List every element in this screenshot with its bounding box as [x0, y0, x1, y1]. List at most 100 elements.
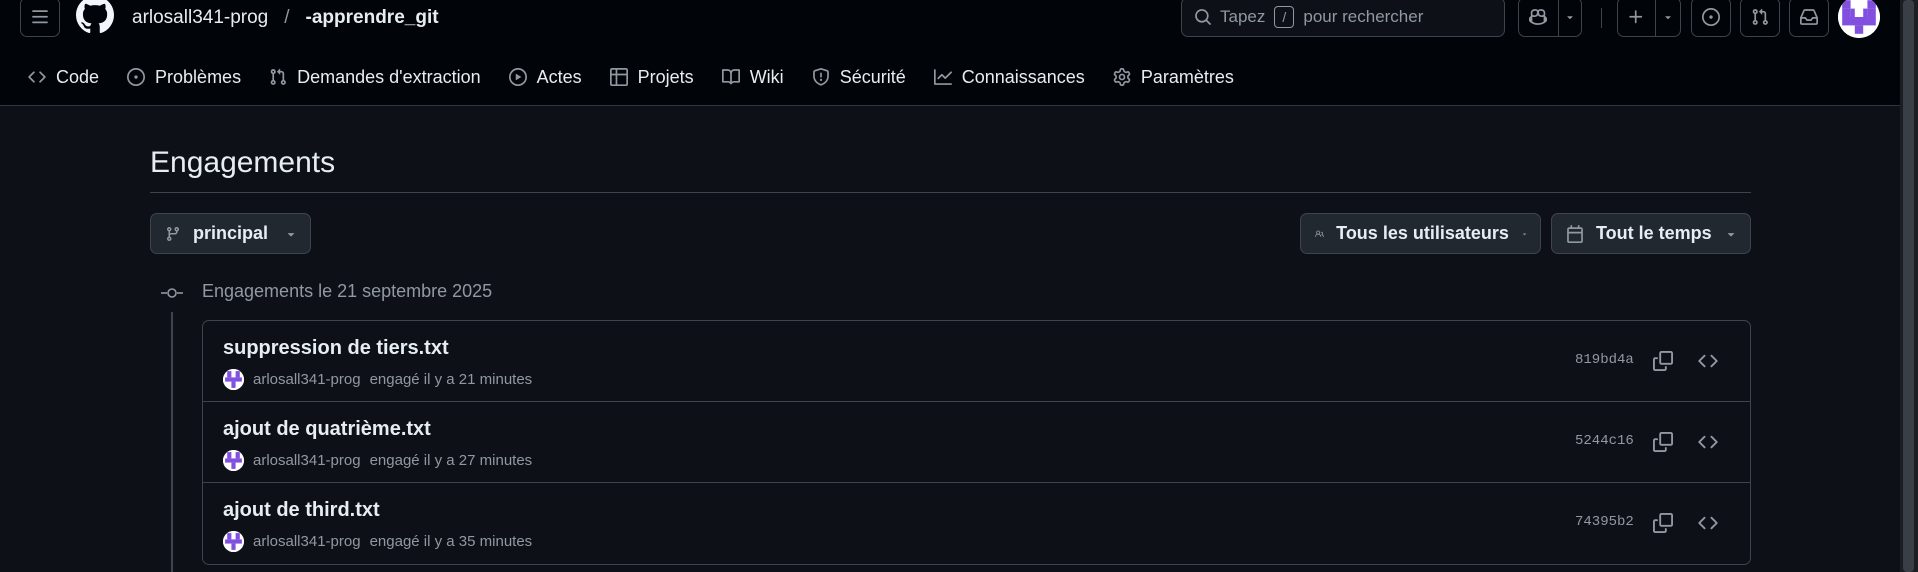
notifications-button[interactable] — [1789, 0, 1829, 37]
browse-repository-button[interactable] — [1694, 509, 1722, 537]
create-button[interactable] — [1618, 0, 1655, 36]
tab-issues[interactable]: Problèmes — [127, 62, 241, 92]
issue-icon — [127, 68, 146, 86]
gear-icon — [1113, 68, 1131, 86]
commit-meta: arlosall341-prog engagé il y a 27 minute… — [223, 450, 532, 471]
tab-code-label: Code — [56, 66, 100, 87]
scrollbar-thumb[interactable] — [1903, 0, 1914, 572]
github-logo-icon[interactable] — [76, 0, 114, 34]
tab-wiki-label: Wiki — [749, 66, 784, 87]
tab-pull-requests-label: Demandes d'extraction — [297, 66, 481, 87]
global-header: arlosall341-prog / -apprendre_git Tapez … — [0, 0, 1900, 106]
copy-sha-button[interactable] — [1649, 347, 1677, 375]
commit-row: ajout de third.txt arlosall341-prog enga… — [203, 483, 1750, 564]
copilot-icon — [1529, 9, 1548, 25]
tab-projects[interactable]: Projets — [609, 62, 694, 92]
pull-request-icon — [270, 68, 286, 85]
search-shortcut-key: / — [1274, 6, 1295, 28]
commit-author-link[interactable]: arlosall341-prog — [253, 533, 361, 550]
shield-icon — [812, 68, 829, 86]
copy-icon — [1653, 432, 1673, 452]
tab-issues-label: Problèmes — [155, 66, 242, 87]
copy-sha-button[interactable] — [1649, 509, 1677, 537]
code-icon — [1698, 435, 1718, 449]
identicon-avatar-icon — [223, 531, 244, 552]
header-divider — [1601, 8, 1602, 28]
identicon-avatar-icon — [1838, 0, 1880, 38]
triangle-down-icon — [287, 232, 295, 237]
copilot-chat-button[interactable] — [1519, 0, 1558, 36]
copy-icon — [1653, 513, 1673, 533]
tab-insights[interactable]: Connaissances — [933, 62, 1085, 92]
your-issues-button[interactable] — [1691, 0, 1731, 37]
commit-time: engagé il y a 27 minutes — [369, 452, 533, 469]
tab-settings-label: Paramètres — [1140, 66, 1234, 87]
code-icon — [28, 71, 46, 83]
menu-button[interactable] — [20, 0, 60, 37]
copy-sha-button[interactable] — [1649, 428, 1677, 456]
commit-author-link[interactable]: arlosall341-prog — [253, 452, 361, 469]
triangle-down-icon — [1727, 232, 1735, 237]
triangle-down-icon — [1567, 16, 1573, 20]
author-avatar[interactable] — [223, 531, 244, 552]
browse-repository-button[interactable] — [1694, 347, 1722, 375]
repo-owner-link[interactable]: arlosall341-prog — [132, 7, 268, 29]
tab-projects-label: Projets — [637, 66, 694, 87]
author-avatar[interactable] — [223, 450, 244, 471]
commit-meta: arlosall341-prog engagé il y a 21 minute… — [223, 369, 532, 390]
title-divider — [150, 192, 1751, 193]
tab-settings[interactable]: Paramètres — [1113, 62, 1234, 92]
commit-time: engagé il y a 35 minutes — [369, 533, 533, 550]
git-pull-request-icon — [1752, 8, 1768, 25]
tab-pull-requests[interactable]: Demandes d'extraction — [269, 62, 481, 92]
user-avatar[interactable] — [1838, 0, 1880, 38]
create-new-button[interactable] — [1617, 0, 1681, 37]
calendar-icon — [1567, 224, 1583, 243]
commit-title-link[interactable]: ajout de third.txt — [223, 499, 380, 522]
commit-author-link[interactable]: arlosall341-prog — [253, 371, 361, 388]
play-icon — [508, 68, 527, 86]
tab-actions-label: Actes — [536, 66, 582, 87]
breadcrumb-separator: / — [284, 7, 290, 28]
top-bar: arlosall341-prog / -apprendre_git Tapez … — [0, 0, 1900, 46]
copilot-button[interactable] — [1518, 0, 1582, 37]
browse-repository-button[interactable] — [1694, 428, 1722, 456]
book-icon — [721, 69, 740, 85]
table-icon — [609, 68, 628, 86]
people-icon — [1315, 230, 1325, 237]
commit-sha-link[interactable]: 5244c16 — [1575, 433, 1634, 449]
tab-actions[interactable]: Actes — [508, 62, 582, 92]
commit-time: engagé il y a 21 minutes — [369, 371, 533, 388]
page-title: Engagements — [150, 146, 336, 179]
repo-breadcrumb: arlosall341-prog / -apprendre_git — [132, 6, 439, 30]
commit-title-link[interactable]: suppression de tiers.txt — [223, 337, 449, 360]
branch-selector-button[interactable]: principal — [150, 213, 311, 254]
time-filter-button[interactable]: Tout le temps — [1551, 213, 1751, 254]
commit-group-heading: Engagements le 21 septembre 2025 — [202, 281, 493, 301]
code-icon — [1698, 354, 1718, 368]
commit-title-link[interactable]: ajout de quatrième.txt — [223, 418, 431, 441]
users-filter-button[interactable]: Tous les utilisateurs — [1300, 213, 1541, 254]
tab-insights-label: Connaissances — [961, 66, 1085, 87]
tab-security[interactable]: Sécurité — [812, 62, 906, 92]
tab-wiki[interactable]: Wiki — [721, 62, 784, 92]
your-pull-requests-button[interactable] — [1740, 0, 1780, 37]
repo-navigation: Code Problèmes Demandes d'extraction Act… — [28, 62, 1262, 92]
commit-meta: arlosall341-prog engagé il y a 35 minute… — [223, 531, 532, 552]
timeline-line — [171, 312, 173, 572]
triangle-down-icon — [1522, 233, 1527, 235]
author-avatar[interactable] — [223, 369, 244, 390]
graph-icon — [933, 69, 952, 85]
commit-sha-link[interactable]: 74395b2 — [1575, 514, 1634, 530]
hamburger-icon — [32, 10, 48, 24]
create-dropdown-button[interactable] — [1654, 0, 1680, 36]
search-input[interactable]: Tapez / pour rechercher — [1181, 0, 1505, 37]
time-filter-label: Tout le temps — [1596, 223, 1712, 243]
inbox-icon — [1800, 9, 1818, 25]
repo-name-link[interactable]: -apprendre_git — [306, 7, 439, 29]
copilot-dropdown-button[interactable] — [1557, 0, 1581, 36]
commit-sha-link[interactable]: 819bd4a — [1575, 352, 1634, 368]
tab-code[interactable]: Code — [28, 62, 99, 92]
identicon-avatar-icon — [223, 369, 244, 390]
issue-opened-icon — [1702, 8, 1720, 26]
